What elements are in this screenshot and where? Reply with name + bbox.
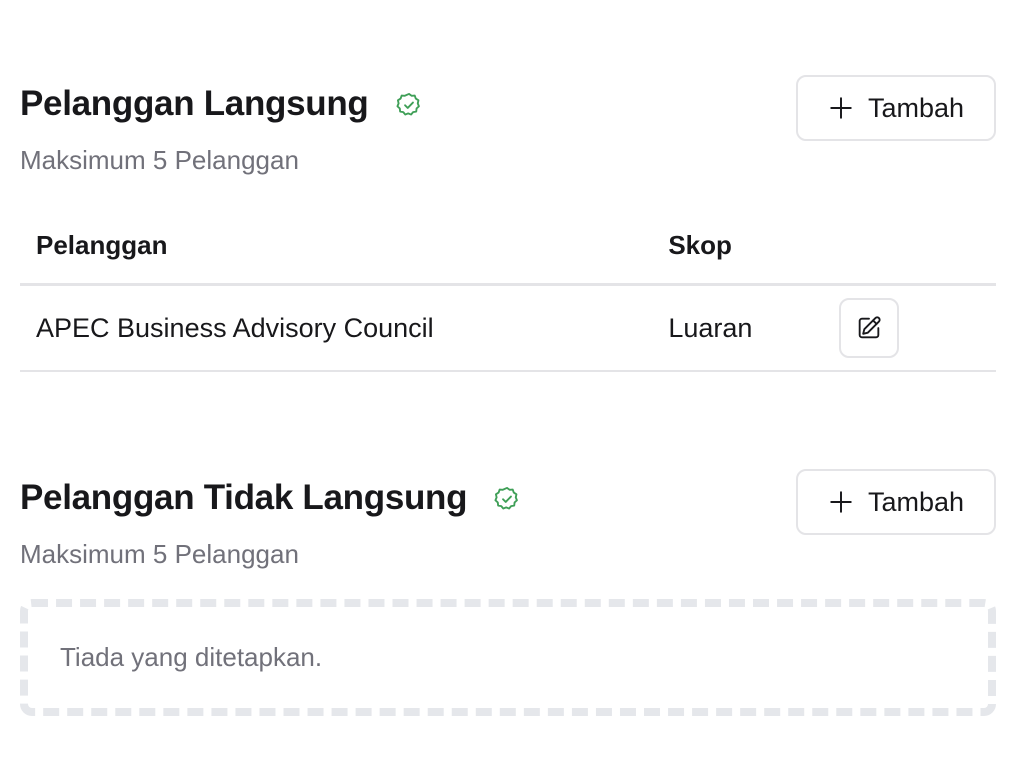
plus-icon	[828, 489, 854, 515]
actions-cell	[823, 284, 996, 372]
section-subtitle: Maksimum 5 Pelanggan	[20, 145, 299, 175]
section-header: Pelanggan Langsung Maksimum 5 Pelanggan …	[20, 75, 996, 185]
customer-scope-cell: Luaran	[652, 284, 824, 372]
title-row: Pelanggan Langsung	[20, 83, 423, 125]
add-direct-customer-button[interactable]: Tambah	[796, 75, 996, 141]
table-header-row: Pelanggan Skop	[20, 207, 996, 286]
section-title: Pelanggan Tidak Langsung	[20, 478, 468, 517]
direct-customers-table: Pelanggan Skop APEC Business Advisory Co…	[20, 207, 996, 372]
direct-customers-section: Pelanggan Langsung Maksimum 5 Pelanggan …	[20, 75, 996, 372]
pencil-square-icon	[855, 314, 883, 342]
column-header-customer: Pelanggan	[20, 207, 653, 286]
add-indirect-customer-button[interactable]: Tambah	[796, 469, 996, 535]
indirect-customers-section: Pelanggan Tidak Langsung Maksimum 5 Pela…	[20, 469, 996, 716]
add-button-label: Tambah	[867, 486, 965, 517]
badge-check-icon	[395, 91, 423, 119]
empty-state: Tiada yang ditetapkan.	[20, 599, 996, 716]
page: Pelanggan Langsung Maksimum 5 Pelanggan …	[0, 0, 1026, 760]
section-title: Pelanggan Langsung	[20, 84, 369, 123]
plus-icon	[828, 95, 854, 121]
badge-check-icon	[493, 485, 521, 513]
title-row: Pelanggan Tidak Langsung	[20, 477, 521, 519]
column-header-actions	[823, 207, 996, 286]
customer-name-cell: APEC Business Advisory Council	[20, 284, 653, 372]
section-header: Pelanggan Tidak Langsung Maksimum 5 Pela…	[20, 469, 996, 579]
section-subtitle: Maksimum 5 Pelanggan	[20, 539, 299, 569]
empty-state-text: Tiada yang ditetapkan.	[60, 642, 323, 672]
edit-customer-button[interactable]	[839, 298, 900, 358]
table-row: APEC Business Advisory Council Luaran	[20, 284, 996, 372]
add-button-label: Tambah	[867, 92, 965, 123]
column-header-scope: Skop	[652, 207, 824, 286]
